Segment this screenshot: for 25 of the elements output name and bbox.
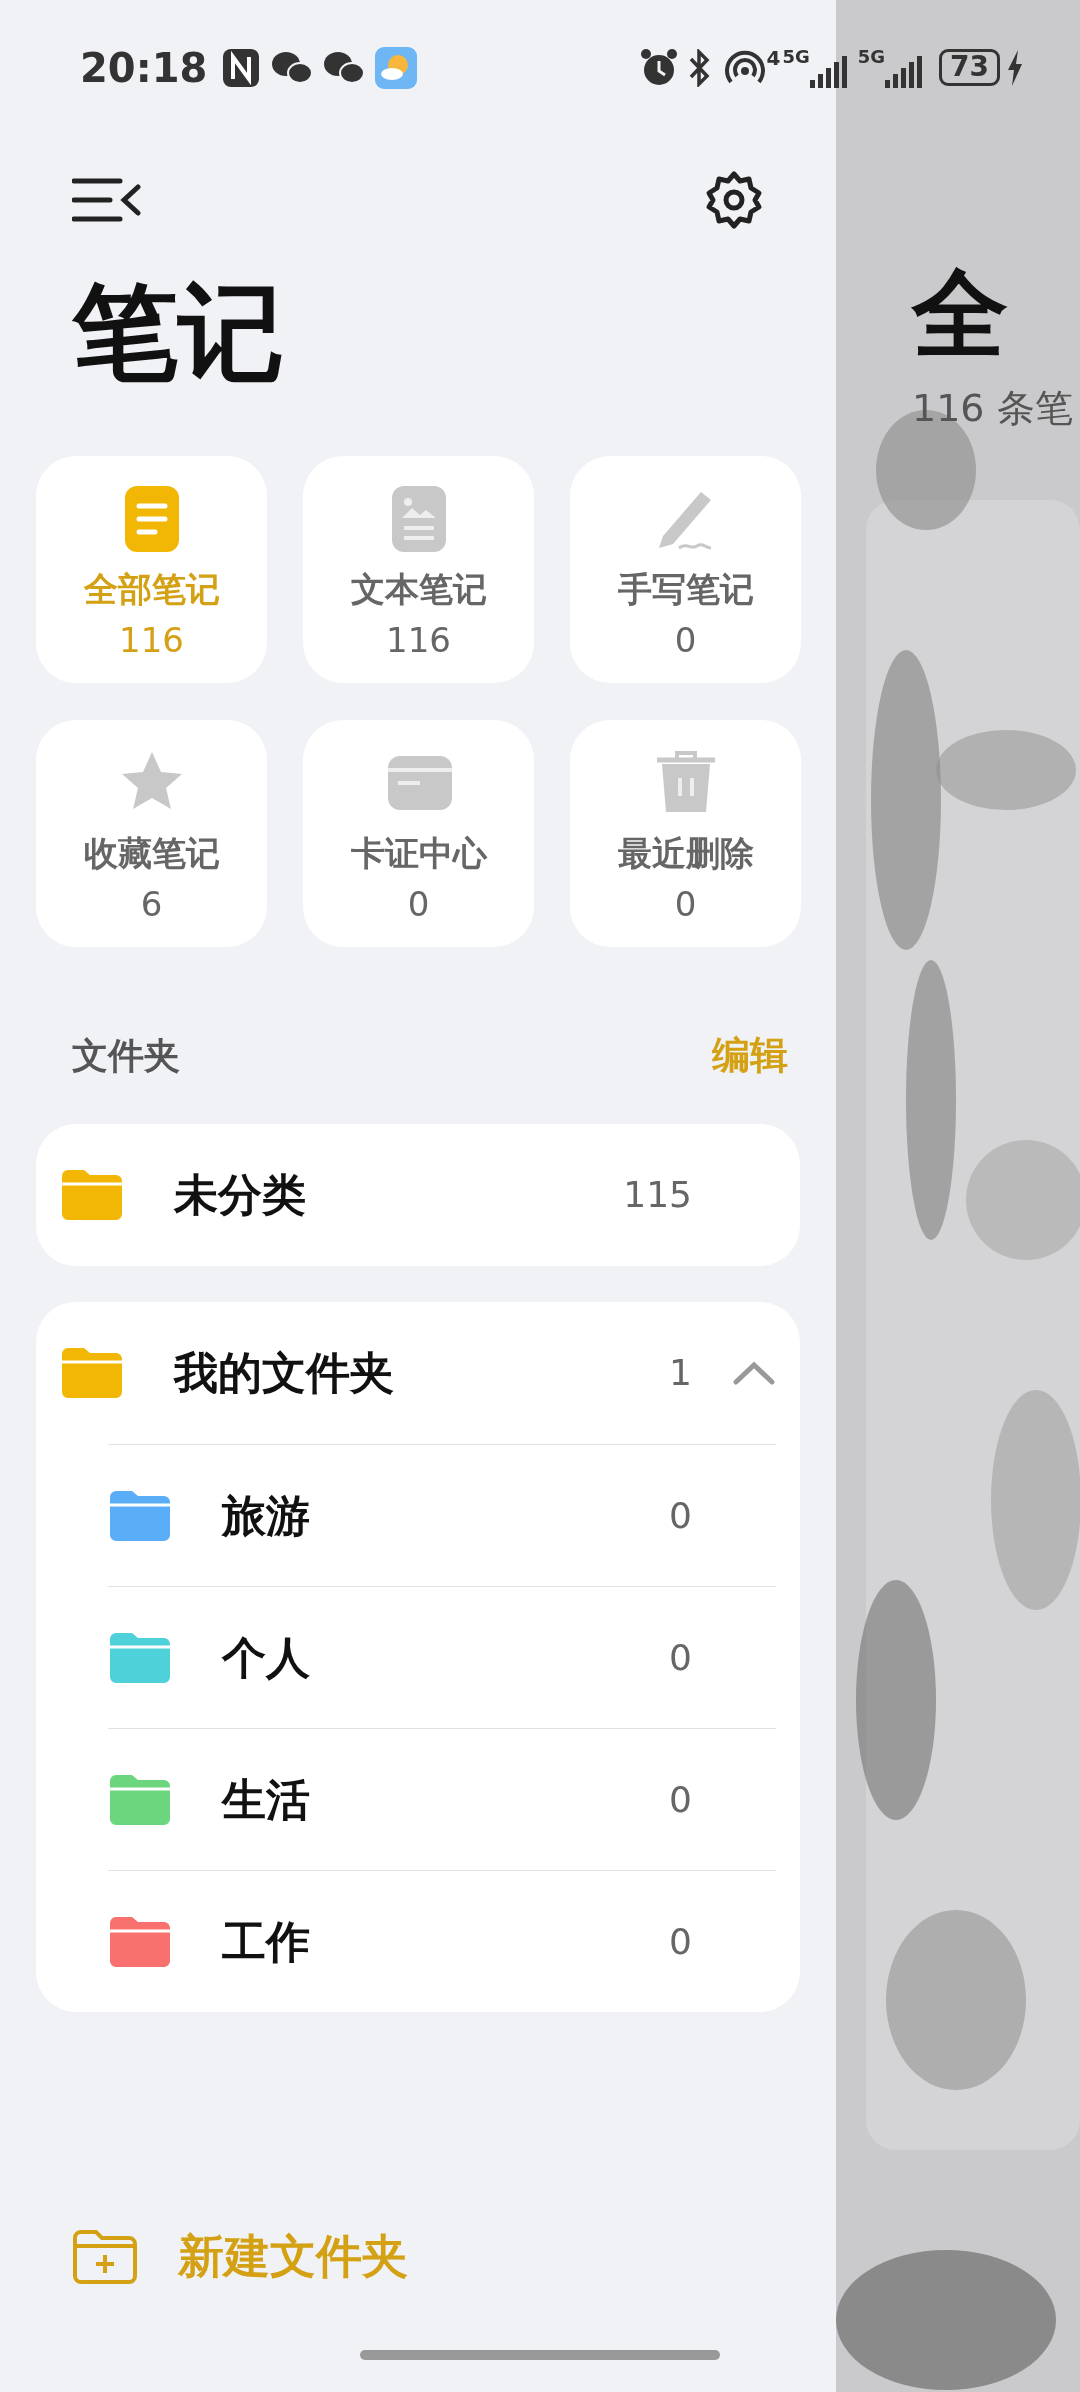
clock-time: 20:18 <box>80 43 208 93</box>
note-count: 116 条笔 <box>912 384 1074 432</box>
page-title: 笔记 <box>72 280 285 386</box>
nfc-icon <box>221 46 262 89</box>
alarm-icon <box>640 47 679 88</box>
category-tile[interactable]: 手写笔记 0 <box>570 456 801 683</box>
network-label: 4 <box>766 47 781 68</box>
folder-row[interactable]: 旅游 0 <box>108 1444 776 1586</box>
collapse-chevron-icon[interactable] <box>732 1360 776 1386</box>
new-folder-icon <box>72 2228 138 2285</box>
category-tile[interactable]: 卡证中心 0 <box>303 720 534 947</box>
section-title: 文件夹 <box>72 1033 180 1078</box>
category-tile[interactable]: 最近删除 0 <box>570 720 801 947</box>
weather-icon <box>375 46 418 89</box>
folder-row[interactable]: 工作 0 <box>108 1870 776 2012</box>
category-tile[interactable]: 收藏笔记 6 <box>36 720 267 947</box>
network-label: 5G <box>857 47 886 66</box>
folder-row[interactable]: 个人 0 <box>108 1586 776 1728</box>
settings-button[interactable] <box>704 170 764 230</box>
network-label: 5G <box>782 47 810 66</box>
charging-icon <box>1006 49 1024 86</box>
folder-row[interactable]: 我的文件夹 1 <box>60 1302 776 1444</box>
list-title: 全 <box>912 262 1009 368</box>
category-tile[interactable]: 文本笔记 116 <box>303 456 534 683</box>
folder-row[interactable]: 生活 0 <box>108 1728 776 1870</box>
